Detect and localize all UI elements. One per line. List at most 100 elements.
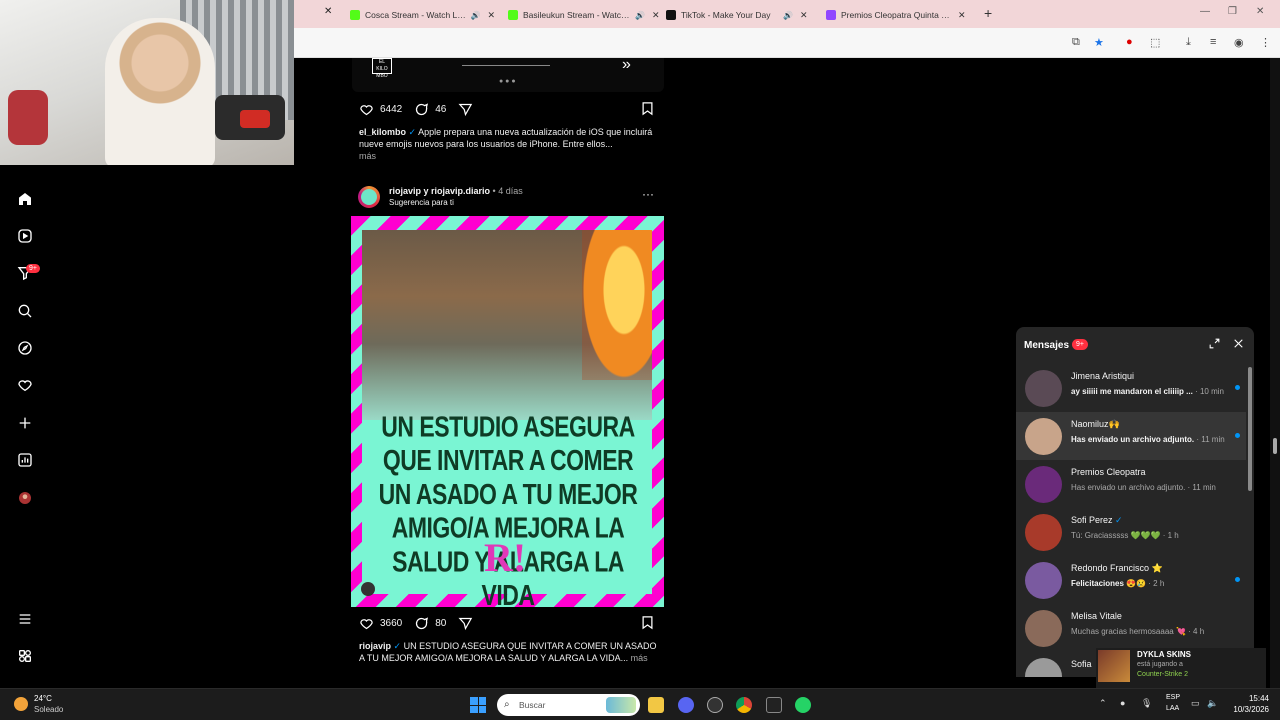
volume-icon[interactable]: 🔈	[1207, 698, 1218, 709]
tab-close-icon[interactable]: ✕	[958, 10, 966, 21]
speaker-icon[interactable]: 🔊	[635, 11, 645, 20]
post2-avatar[interactable]	[358, 186, 380, 208]
bookmark-star-icon[interactable]: ★	[1094, 36, 1104, 49]
active-tab-close-button[interactable]: ✕	[324, 6, 332, 17]
share-icon[interactable]	[458, 616, 473, 631]
conversation-item[interactable]: Melisa Vitale Muchas gracias hermosaaaa …	[1016, 604, 1246, 652]
chrome-icon[interactable]	[736, 697, 752, 713]
reels-icon[interactable]	[16, 227, 34, 245]
obs-icon[interactable]	[707, 697, 723, 713]
conversation-item[interactable]: Sofi Perez ✓ Tú: Graciasssss 💚💚💚 · 1 h	[1016, 508, 1246, 556]
browser-toolbar: ⧉ ★ ● ⬚ ⤓ ≡ ◉ ⋮	[294, 28, 1280, 58]
next-arrow-icon[interactable]: »	[622, 56, 631, 74]
share-icon[interactable]	[458, 102, 473, 117]
tray-app-icon[interactable]: ●	[1120, 698, 1125, 708]
speaker-icon[interactable]: 🔊	[470, 11, 480, 20]
comment-icon[interactable]	[414, 616, 429, 631]
tab-title: Cosca Stream - Watch Live	[365, 10, 467, 20]
weather-condition[interactable]: Soleado	[34, 705, 63, 714]
speaker-icon[interactable]: 🔊	[783, 11, 793, 20]
save-icon[interactable]	[640, 615, 655, 630]
browser-tab[interactable]: Basileukun Stream - Watch Live o 🔊 ✕	[508, 4, 660, 26]
tab-close-icon[interactable]: ✕	[800, 10, 808, 21]
tab-close-icon[interactable]: ✕	[487, 10, 495, 21]
weather-temp[interactable]: 24°C	[34, 694, 52, 703]
expand-icon[interactable]	[1208, 337, 1221, 355]
media-icon[interactable]: ≡	[1210, 36, 1216, 48]
carousel-dots: ● ● ●	[499, 78, 516, 85]
more-options-icon[interactable]: ···	[642, 187, 654, 201]
scroll-thumb[interactable]	[1273, 438, 1277, 454]
minimize-icon[interactable]: —	[1200, 6, 1210, 17]
more-link[interactable]: más	[359, 151, 376, 161]
messages-scrollbar[interactable]	[1248, 367, 1252, 491]
verified-icon: ✓	[1115, 515, 1123, 525]
browser-tab[interactable]: Cosca Stream - Watch Live 🔊 ✕	[350, 4, 495, 26]
window-close-icon[interactable]: ✕	[1256, 6, 1264, 17]
menu-icon[interactable]	[16, 610, 34, 628]
conversation-item[interactable]: Redondo Francisco ⭐ Felicitaciones 😍😢 · …	[1016, 556, 1246, 604]
browser-tab[interactable]: Premios Cleopatra Quinta Edici ✕	[826, 4, 971, 26]
search-icon: ⌕	[504, 699, 510, 710]
microphone-icon[interactable]: 🎙	[1141, 698, 1152, 709]
unread-dot	[1235, 433, 1240, 438]
threads-icon[interactable]	[16, 647, 34, 665]
browser-tab[interactable]: TikTok - Make Your Day 🔊 ✕	[666, 4, 811, 26]
comment-count: 80	[435, 618, 447, 629]
post2-image[interactable]: UN ESTUDIO ASEGURA QUE INVITAR A COMER U…	[351, 216, 664, 607]
heart-icon[interactable]	[16, 376, 34, 394]
taskbar-search[interactable]: ⌕ Buscar	[497, 694, 640, 716]
like-icon[interactable]	[359, 616, 374, 631]
keyboard-layout[interactable]: LAA	[1166, 705, 1179, 712]
dashboard-icon[interactable]	[16, 451, 34, 469]
tab-title: TikTok - Make Your Day	[681, 10, 771, 20]
more-options-icon[interactable]: ⋮	[1260, 36, 1271, 49]
weather-icon[interactable]	[14, 697, 28, 711]
start-button[interactable]	[470, 697, 486, 713]
page-scrollbar[interactable]	[1270, 58, 1280, 688]
post2-username[interactable]: riojavip y riojavip.diario	[389, 186, 490, 196]
tab-title: Basileukun Stream - Watch Live o	[523, 10, 631, 20]
save-icon[interactable]	[640, 101, 655, 116]
more-link[interactable]: más	[631, 653, 648, 663]
clock-time[interactable]: 15:44	[1223, 694, 1269, 703]
explore-icon[interactable]	[16, 339, 34, 357]
message-preview: ay siiiii me mandaron el cliiiip ... · 1…	[1071, 387, 1224, 396]
restore-icon[interactable]: ❐	[1228, 6, 1237, 17]
verified-icon: ✓	[408, 127, 417, 137]
game-notification[interactable]: DYKLA SKINS está jugando a Counter-Strik…	[1096, 648, 1266, 688]
close-icon[interactable]	[1232, 337, 1245, 355]
post2-caption-user[interactable]: riojavip	[359, 641, 391, 651]
create-icon[interactable]	[16, 414, 34, 432]
capcut-icon[interactable]	[766, 697, 782, 713]
windows-taskbar: 24°C Soleado ⌕ Buscar ⌃ ● 🎙 ESP LAA ▭ 🔈 …	[0, 688, 1280, 720]
language-indicator[interactable]: ESP	[1166, 694, 1180, 701]
search-icon[interactable]	[16, 302, 34, 320]
conversation-item[interactable]: Jimena Aristiqui ay siiiii me mandaron e…	[1016, 364, 1246, 412]
new-tab-button[interactable]: +	[984, 5, 992, 21]
tab-close-icon[interactable]: ✕	[652, 10, 660, 21]
network-icon[interactable]: ▭	[1191, 698, 1200, 709]
conversation-item[interactable]: Naomiluz🙌 Has enviado un archivo adjunto…	[1016, 412, 1246, 460]
tray-overflow-icon[interactable]: ⌃	[1099, 698, 1107, 709]
tiktok-favicon-icon	[666, 10, 676, 20]
whatsapp-icon[interactable]	[795, 697, 811, 713]
file-explorer-icon[interactable]	[648, 697, 664, 713]
profile-icon[interactable]: ◉	[1234, 36, 1244, 49]
post1-username[interactable]: el_kilombo	[359, 127, 406, 137]
like-count: 6442	[380, 104, 403, 115]
home-icon[interactable]	[16, 190, 34, 208]
extensions-icon[interactable]: ⬚	[1150, 36, 1160, 49]
download-icon[interactable]: ⤓	[1186, 36, 1191, 49]
profile-avatar[interactable]	[16, 489, 34, 507]
discord-icon[interactable]	[678, 697, 694, 713]
clock-date[interactable]: 10/3/2026	[1223, 705, 1269, 714]
opera-icon[interactable]: ●	[1126, 36, 1133, 48]
like-icon[interactable]	[359, 102, 374, 117]
comment-icon[interactable]	[414, 102, 429, 117]
game-status: está jugando a	[1137, 661, 1183, 668]
tagged-user-icon[interactable]	[361, 582, 375, 596]
media-progress	[462, 65, 550, 66]
conversation-item[interactable]: Premios Cleopatra Has enviado un archivo…	[1016, 460, 1246, 508]
install-icon[interactable]: ⧉	[1072, 36, 1080, 49]
